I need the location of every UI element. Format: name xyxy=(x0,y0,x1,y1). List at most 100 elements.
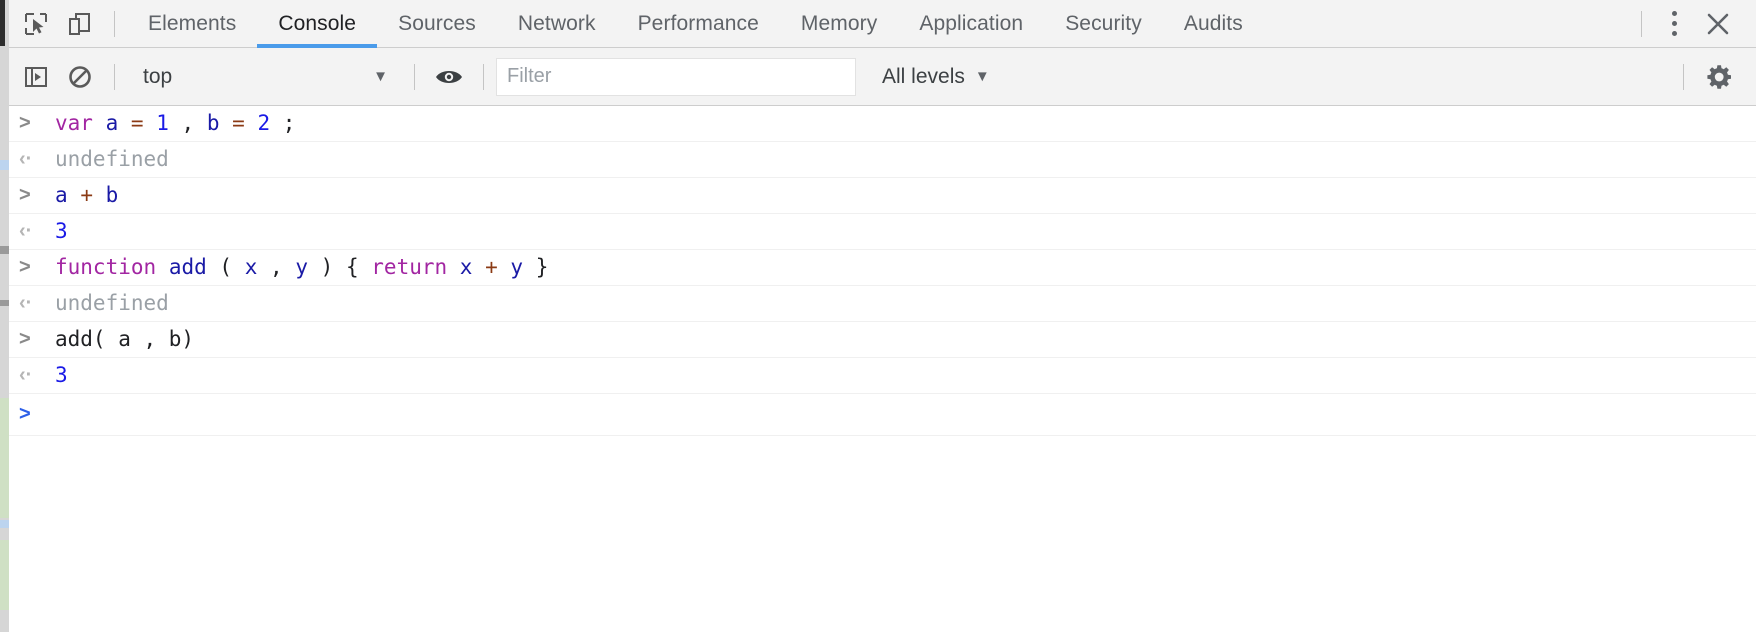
live-expression-eye-icon[interactable] xyxy=(427,57,471,97)
token: + xyxy=(485,255,498,280)
close-icon[interactable] xyxy=(1694,4,1742,44)
tab-label: Memory xyxy=(800,11,878,35)
console-output-row: ‹· 3 xyxy=(9,214,1756,250)
tab-label: Elements xyxy=(148,11,237,35)
console-output-text: 3 xyxy=(55,361,68,389)
console-sidebar-toggle-icon[interactable] xyxy=(14,57,58,97)
tabbar-divider xyxy=(114,10,115,37)
tab-memory[interactable]: Memory xyxy=(780,0,898,48)
console-message-list[interactable]: > var a = 1 , b = 2 ; ‹· undefined > a + b ‹· 3… xyxy=(0,106,1756,632)
console-prompt-row[interactable]: > xyxy=(9,394,1756,436)
console-output-row: ‹· 3 xyxy=(9,358,1756,394)
token: var xyxy=(55,111,93,136)
token: b xyxy=(206,111,220,136)
token: undefined xyxy=(55,147,169,172)
token: y xyxy=(295,255,308,280)
token: add xyxy=(168,255,207,280)
edge-strip-tick xyxy=(0,160,9,170)
tab-label: Security xyxy=(1065,11,1142,35)
device-toolbar-icon[interactable] xyxy=(58,4,102,44)
output-arrow-icon: ‹· xyxy=(19,148,33,170)
console-input-row: > add( a , b) xyxy=(9,322,1756,358)
token: return xyxy=(371,255,448,280)
tab-application[interactable]: Application xyxy=(898,0,1044,48)
toolbar-divider-4 xyxy=(1683,63,1684,90)
gear-icon[interactable] xyxy=(1696,55,1744,99)
console-output-text: 3 xyxy=(55,217,68,245)
tab-console[interactable]: Console xyxy=(257,0,377,48)
devtools-tabbar: Elements Console Sources Network Performance… xyxy=(0,0,1756,48)
console-input-text: add( a , b) xyxy=(55,325,194,353)
output-arrow-icon: ‹· xyxy=(19,220,33,242)
tab-network[interactable]: Network xyxy=(497,0,617,48)
input-chevron-icon: > xyxy=(19,256,31,278)
tab-label: Application xyxy=(919,11,1024,35)
console-input-text: var a = 1 , b = 2 ; xyxy=(55,109,295,137)
console-toolbar: top ▼ All levels ▼ xyxy=(0,48,1756,106)
tab-elements[interactable]: Elements xyxy=(127,0,257,48)
token: + xyxy=(80,183,93,208)
tab-label: Performance xyxy=(637,11,759,35)
input-chevron-icon: > xyxy=(19,112,31,134)
token: , xyxy=(270,255,283,280)
execution-context-value: top xyxy=(143,64,173,88)
toolbar-divider-3 xyxy=(483,63,484,90)
tab-audits[interactable]: Audits xyxy=(1163,0,1264,48)
tab-performance[interactable]: Performance xyxy=(617,0,780,48)
edge-strip-tick xyxy=(0,540,9,610)
token: x xyxy=(244,255,258,280)
console-input-row: > var a = 1 , b = 2 ; xyxy=(9,106,1756,142)
token: { xyxy=(345,255,359,280)
devtools-window: Elements Console Sources Network Performance… xyxy=(0,0,1756,632)
chevron-down-icon: ▼ xyxy=(974,68,990,85)
token: 2 xyxy=(257,111,271,136)
tab-label: Sources xyxy=(398,11,476,35)
console-output-row: ‹· undefined xyxy=(9,286,1756,322)
tab-label: Audits xyxy=(1183,11,1243,35)
vertical-dots-icon[interactable] xyxy=(1654,4,1694,44)
token: b xyxy=(105,183,119,208)
left-edge-strip xyxy=(0,0,9,632)
token: ; xyxy=(282,111,296,136)
edge-strip-dark-segment xyxy=(0,0,5,46)
filter-input[interactable] xyxy=(496,57,856,96)
console-toolbar-right xyxy=(1671,55,1756,99)
token: y xyxy=(510,255,524,280)
edge-strip-tick xyxy=(0,520,9,528)
toolbar-divider-1 xyxy=(114,63,115,90)
token: = xyxy=(130,111,144,136)
prompt-chevron-icon: > xyxy=(19,403,31,425)
tabbar-right-divider xyxy=(1641,10,1642,37)
tab-security[interactable]: Security xyxy=(1044,0,1163,48)
log-level-value: All levels xyxy=(882,64,965,88)
output-arrow-icon: ‹· xyxy=(19,292,33,314)
input-chevron-icon: > xyxy=(19,184,31,206)
log-level-select[interactable]: All levels ▼ xyxy=(872,57,1000,97)
tab-sources[interactable]: Sources xyxy=(377,0,497,48)
token: a xyxy=(55,183,68,208)
edge-strip-tick xyxy=(0,398,9,518)
inspect-cursor-icon[interactable] xyxy=(14,4,58,44)
toolbar-divider-2 xyxy=(414,63,415,90)
token: ( xyxy=(219,255,233,280)
output-arrow-icon: ‹· xyxy=(19,364,33,386)
execution-context-select[interactable]: top ▼ xyxy=(127,57,402,97)
clear-console-icon[interactable] xyxy=(58,57,102,97)
